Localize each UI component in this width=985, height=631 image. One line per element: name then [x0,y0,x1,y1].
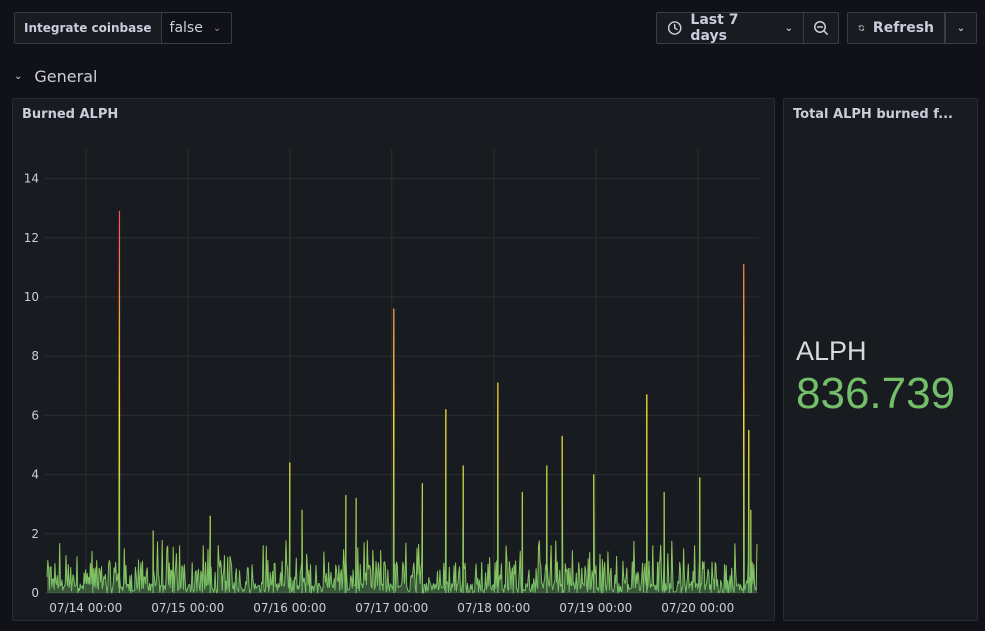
clock-icon [667,21,682,35]
zoom-out-icon [814,21,828,35]
y-tick-label: 2 [31,527,39,541]
row-general[interactable]: ⌄ General [14,64,97,88]
y-tick-label: 12 [24,231,39,245]
y-tick-label: 8 [31,349,39,363]
variable-integrate-coinbase: Integrate coinbase false ⌄ [14,12,233,44]
chevron-down-icon: ⌄ [212,22,222,34]
y-tick-label: 0 [31,586,39,600]
refresh-icon [858,25,865,31]
dashboard-toolbar: Integrate coinbase false ⌄ Last 7 days ⌄ [0,0,985,56]
x-tick-label: 07/19 00:00 [559,601,632,615]
x-tick-label: 07/14 00:00 [49,601,122,615]
chevron-down-icon: ⌄ [14,70,23,82]
x-tick-label: 07/15 00:00 [151,601,224,615]
chevron-down-icon: ⌄ [956,22,966,34]
variable-select[interactable]: false ⌄ [161,12,233,44]
x-tick-label: 07/18 00:00 [457,601,530,615]
time-picker: Last 7 days ⌄ [656,12,839,44]
stat-value: 836.739 [796,369,956,418]
zoom-out-button[interactable] [804,12,839,44]
total-alph-burned-panel[interactable]: Total ALPH burned f... ALPH 836.739 [783,98,978,621]
time-range-button[interactable]: Last 7 days ⌄ [656,12,804,44]
refresh-interval-button[interactable]: ⌄ [945,12,977,44]
burned-alph-chart: 0 2 4 6 8 10 12 14 07/14 00:00 07/15 00:00 07/16 … [24,149,759,615]
variable-label: Integrate coinbase [14,12,162,44]
y-tick-label: 10 [24,290,39,304]
y-tick-label: 14 [24,172,39,186]
y-tick-label: 4 [31,468,39,482]
x-tick-label: 07/17 00:00 [355,601,428,615]
chevron-down-icon: ⌄ [784,22,793,34]
y-tick-label: 6 [31,408,39,422]
time-range-label: Last 7 days [690,12,739,44]
x-tick-label: 07/20 00:00 [661,601,734,615]
variable-value: false [169,20,203,36]
x-tick-label: 07/16 00:00 [253,601,326,615]
refresh-picker: Refresh ⌄ [847,12,977,44]
row-title: General [34,66,98,86]
refresh-label: Refresh [872,20,934,36]
burned-alph-panel[interactable]: Burned ALPH 0 2 4 6 8 10 12 14 07/14 00:00 07/15… [12,98,775,621]
panel-title: Total ALPH burned f... [793,107,953,122]
stat-unit: ALPH [796,336,867,366]
refresh-button[interactable]: Refresh [847,12,945,44]
